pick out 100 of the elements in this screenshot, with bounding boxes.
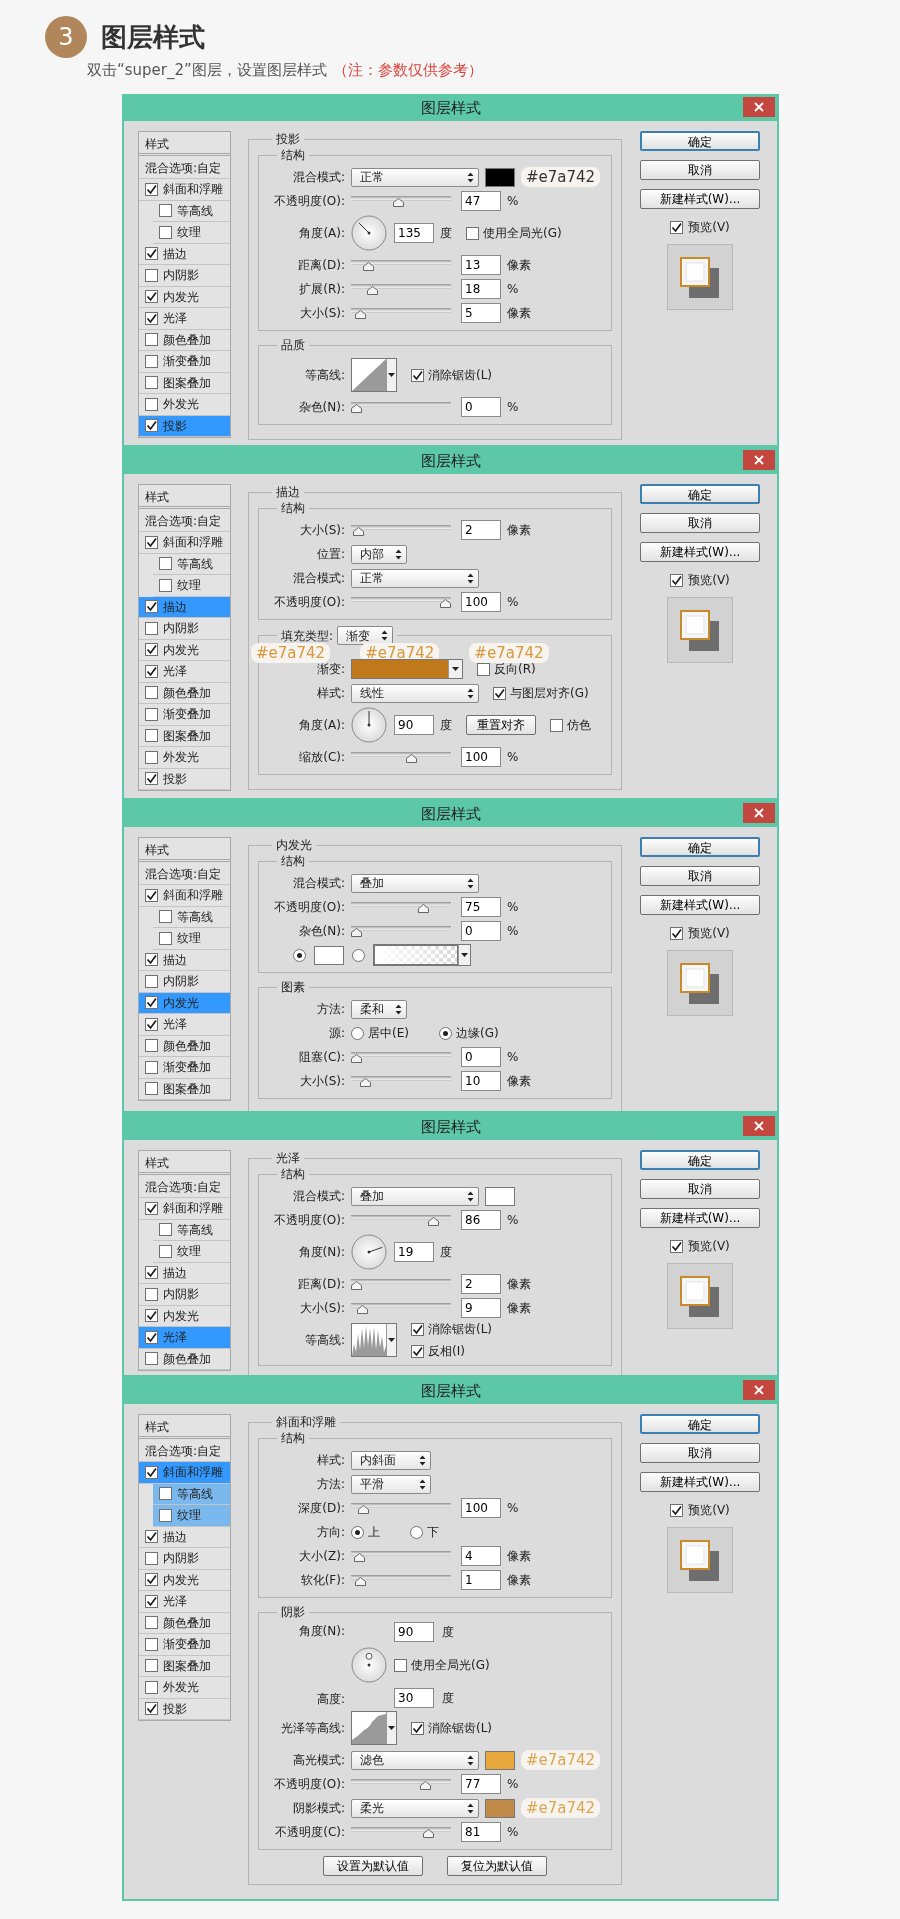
style-list-item[interactable]: 等高线 bbox=[153, 906, 230, 928]
style-list-item[interactable]: 图案叠加 bbox=[139, 1655, 230, 1677]
checkbox[interactable] bbox=[145, 1309, 158, 1323]
style-list-item[interactable]: 斜面和浮雕 bbox=[139, 885, 230, 907]
dialog-button[interactable]: 确定 bbox=[640, 1150, 760, 1170]
style-list-item[interactable]: 混合选项:自定 bbox=[139, 862, 230, 885]
dialog-button[interactable]: 取消 bbox=[640, 160, 760, 180]
dropdown[interactable]: 柔光 bbox=[351, 1798, 479, 1818]
checkbox[interactable] bbox=[159, 931, 172, 945]
slider-thumb[interactable] bbox=[355, 1577, 367, 1586]
dropdown[interactable]: 线性 bbox=[351, 683, 479, 703]
checkbox[interactable] bbox=[145, 750, 158, 764]
radio-button[interactable] bbox=[352, 948, 365, 962]
slider-thumb[interactable] bbox=[406, 754, 418, 763]
checkbox[interactable] bbox=[159, 578, 172, 592]
checkbox[interactable] bbox=[493, 686, 506, 700]
slider-thumb[interactable] bbox=[357, 1305, 369, 1314]
style-list-item[interactable]: 图案叠加 bbox=[139, 1078, 230, 1100]
style-list-item[interactable]: 等高线 bbox=[153, 200, 230, 222]
checkbox[interactable] bbox=[145, 643, 158, 657]
checkbox[interactable] bbox=[159, 1223, 172, 1237]
checkbox[interactable] bbox=[411, 368, 424, 382]
checkbox[interactable] bbox=[145, 1017, 158, 1031]
style-list-item[interactable]: 光泽 bbox=[139, 1327, 230, 1349]
checkbox[interactable] bbox=[466, 226, 479, 240]
slider-thumb[interactable] bbox=[353, 1553, 365, 1562]
radio-button[interactable] bbox=[293, 948, 306, 962]
number-field[interactable]: 0 bbox=[461, 397, 501, 417]
style-list-item[interactable]: 渐变叠加 bbox=[139, 351, 230, 373]
slider-thumb[interactable] bbox=[392, 198, 404, 207]
checkbox[interactable] bbox=[145, 1616, 158, 1630]
style-list-item[interactable]: 斜面和浮雕 bbox=[139, 179, 230, 201]
checkbox[interactable] bbox=[411, 1322, 424, 1336]
checkbox[interactable] bbox=[145, 1039, 158, 1053]
checkbox[interactable] bbox=[145, 290, 158, 304]
style-list-item[interactable]: 斜面和浮雕 bbox=[139, 1462, 230, 1484]
slider-thumb[interactable] bbox=[359, 1078, 371, 1087]
style-list-item[interactable]: 渐变叠加 bbox=[139, 1057, 230, 1079]
style-list-item[interactable]: 内发光 bbox=[139, 1569, 230, 1591]
slider-thumb[interactable] bbox=[351, 404, 362, 413]
checkbox[interactable] bbox=[145, 1060, 158, 1074]
radio-button[interactable] bbox=[438, 1026, 452, 1040]
dropdown[interactable]: 正常 bbox=[351, 167, 479, 187]
style-list-item[interactable]: 纹理 bbox=[153, 1241, 230, 1263]
style-list-item[interactable]: 光泽 bbox=[139, 661, 230, 683]
number-field[interactable]: 81 bbox=[461, 1822, 501, 1842]
number-field[interactable]: 100 bbox=[461, 1498, 501, 1518]
checkbox[interactable] bbox=[145, 1287, 158, 1301]
checkbox[interactable] bbox=[145, 1680, 158, 1694]
slider-thumb[interactable] bbox=[419, 1781, 431, 1790]
number-field[interactable]: 2 bbox=[461, 1274, 501, 1294]
style-list-item[interactable]: 内阴影 bbox=[139, 265, 230, 287]
checkbox[interactable] bbox=[159, 1244, 172, 1258]
checkbox[interactable] bbox=[145, 354, 158, 368]
style-list-item[interactable]: 内阴影 bbox=[139, 971, 230, 993]
slider-thumb[interactable] bbox=[351, 928, 362, 937]
dialog-button[interactable]: 设置为默认值 bbox=[323, 1856, 423, 1876]
style-list-item[interactable]: 纹理 bbox=[153, 1505, 230, 1527]
style-list-item[interactable]: 颜色叠加 bbox=[139, 1035, 230, 1057]
checkbox[interactable] bbox=[145, 974, 158, 988]
checkbox[interactable] bbox=[145, 247, 158, 261]
dialog-button[interactable]: 新建样式(W)... bbox=[640, 895, 760, 915]
style-list-item[interactable]: 图案叠加 bbox=[139, 372, 230, 394]
checkbox[interactable] bbox=[145, 1530, 158, 1544]
dropdown[interactable]: 平滑 bbox=[351, 1474, 431, 1494]
style-list-item[interactable]: 光泽 bbox=[139, 1591, 230, 1613]
checkbox[interactable] bbox=[145, 686, 158, 700]
number-field[interactable]: 30 bbox=[394, 1688, 434, 1708]
checkbox[interactable] bbox=[159, 204, 172, 218]
style-list-item[interactable]: 渐变叠加 bbox=[139, 1634, 230, 1656]
angle-dial[interactable] bbox=[351, 1646, 388, 1684]
close-button[interactable] bbox=[743, 1380, 775, 1400]
checkbox[interactable] bbox=[145, 1702, 158, 1716]
number-field[interactable]: 1 bbox=[461, 1570, 501, 1590]
number-field[interactable]: 13 bbox=[461, 255, 501, 275]
checkbox[interactable] bbox=[145, 1201, 158, 1215]
number-field[interactable]: 9 bbox=[461, 1298, 501, 1318]
checkbox[interactable] bbox=[145, 1330, 158, 1344]
checkbox[interactable] bbox=[550, 718, 563, 732]
style-list-item[interactable]: 外发光 bbox=[139, 394, 230, 416]
checkbox[interactable] bbox=[394, 1658, 407, 1672]
dialog-button[interactable]: 取消 bbox=[640, 1443, 760, 1463]
checkbox[interactable] bbox=[145, 953, 158, 967]
style-list-item[interactable]: 内阴影 bbox=[139, 1548, 230, 1570]
checkbox[interactable] bbox=[159, 1508, 172, 1522]
checkbox[interactable] bbox=[145, 600, 158, 614]
number-field[interactable]: 100 bbox=[461, 592, 501, 612]
checkbox[interactable] bbox=[145, 1551, 158, 1565]
style-list-item[interactable]: 内发光 bbox=[139, 639, 230, 661]
slider-thumb[interactable] bbox=[351, 1054, 362, 1063]
checkbox[interactable] bbox=[145, 888, 158, 902]
angle-dial[interactable] bbox=[351, 1233, 388, 1271]
color-swatch[interactable] bbox=[485, 1798, 515, 1818]
contour-picker[interactable] bbox=[351, 1711, 397, 1745]
number-field[interactable]: 100 bbox=[461, 747, 501, 767]
checkbox[interactable] bbox=[145, 664, 158, 678]
checkbox[interactable] bbox=[145, 707, 158, 721]
close-button[interactable] bbox=[743, 1116, 775, 1136]
style-list-item[interactable]: 混合选项:自定 bbox=[139, 156, 230, 179]
dialog-button[interactable]: 新建样式(W)... bbox=[640, 1208, 760, 1228]
